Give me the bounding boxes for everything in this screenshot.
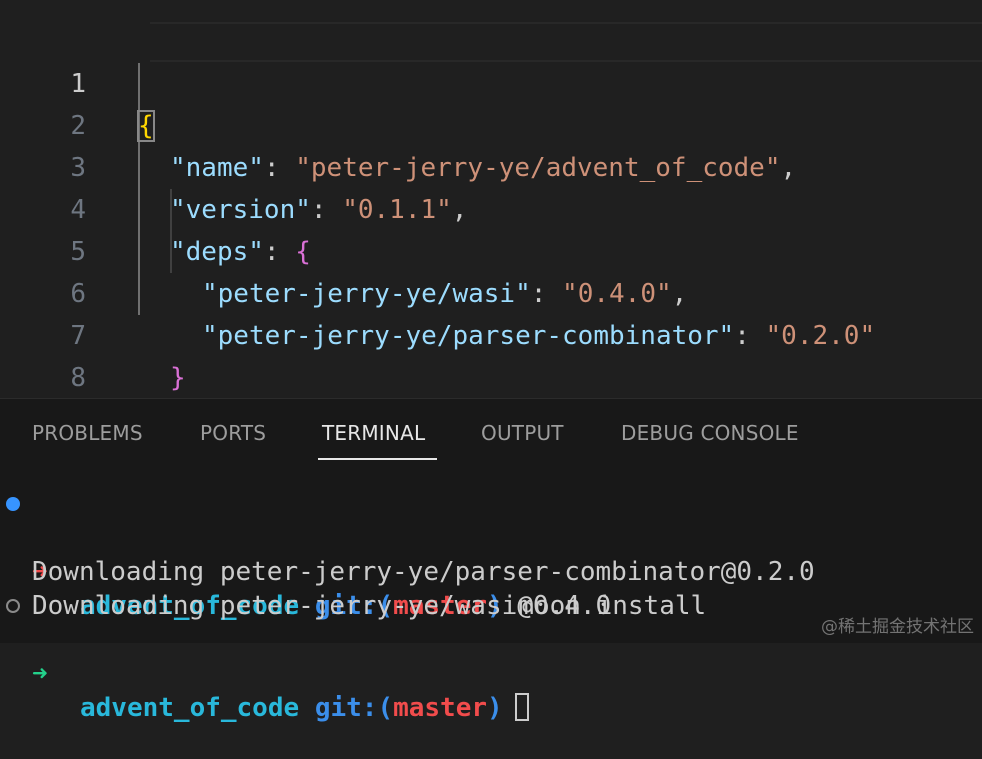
bottom-panel: PROBLEMS PORTS TERMINAL OUTPUT DEBUG CON… xyxy=(0,398,982,723)
code-line-3: 3 "version": "0.1.1", xyxy=(0,105,982,225)
code-line-9: 9 xyxy=(0,357,982,435)
tab-terminal[interactable]: TERMINAL xyxy=(322,421,425,445)
tab-debug-console[interactable]: DEBUG CONSOLE xyxy=(621,421,799,445)
terminal-prompt-line: ➜ advent_of_code git:(master) moon insta… xyxy=(0,487,982,621)
active-tab-indicator xyxy=(318,458,437,460)
watermark: @稀土掘金技术社区 xyxy=(821,617,974,637)
code-line-2: 2 "name": "peter-jerry-ye/advent_of_code… xyxy=(0,63,982,183)
paren-open: ( xyxy=(377,693,394,723)
code-line-6: 6 "peter-jerry-ye/parser-combinator": "0… xyxy=(0,231,982,351)
panel-tabs: PROBLEMS PORTS TERMINAL OUTPUT DEBUG CON… xyxy=(0,399,982,463)
code-editor[interactable]: 1 { 2 "name": "peter-jerry-ye/advent_of_… xyxy=(0,0,982,436)
tab-problems[interactable]: PROBLEMS xyxy=(32,421,143,445)
command-success-dot-icon[interactable] xyxy=(6,497,20,511)
prompt-branch: master xyxy=(393,693,488,723)
terminal-cursor[interactable] xyxy=(514,692,529,721)
code-line-7: 7 } xyxy=(0,273,982,393)
prompt-git-label: git: xyxy=(314,693,378,723)
terminal-output-line: Downloading peter-jerry-ye/parser-combin… xyxy=(0,521,982,587)
command-pending-dot-icon[interactable] xyxy=(6,599,20,613)
code-line-5: 5 "peter-jerry-ye/wasi": "0.4.0", xyxy=(0,189,982,309)
prompt-directory: advent_of_code xyxy=(80,693,300,723)
code-line-4: 4 "deps": { xyxy=(0,147,982,267)
tab-output[interactable]: OUTPUT xyxy=(481,421,564,445)
terminal-output-line: Downloading peter-jerry-ye/wasi@0.4.0 xyxy=(0,555,982,621)
code-line-1: 1 { xyxy=(0,21,982,142)
tab-ports[interactable]: PORTS xyxy=(200,421,266,445)
prompt-arrow-icon: ➜ xyxy=(32,659,48,689)
code-line-8: 8 } xyxy=(0,315,982,436)
paren-close: ) xyxy=(487,693,503,723)
